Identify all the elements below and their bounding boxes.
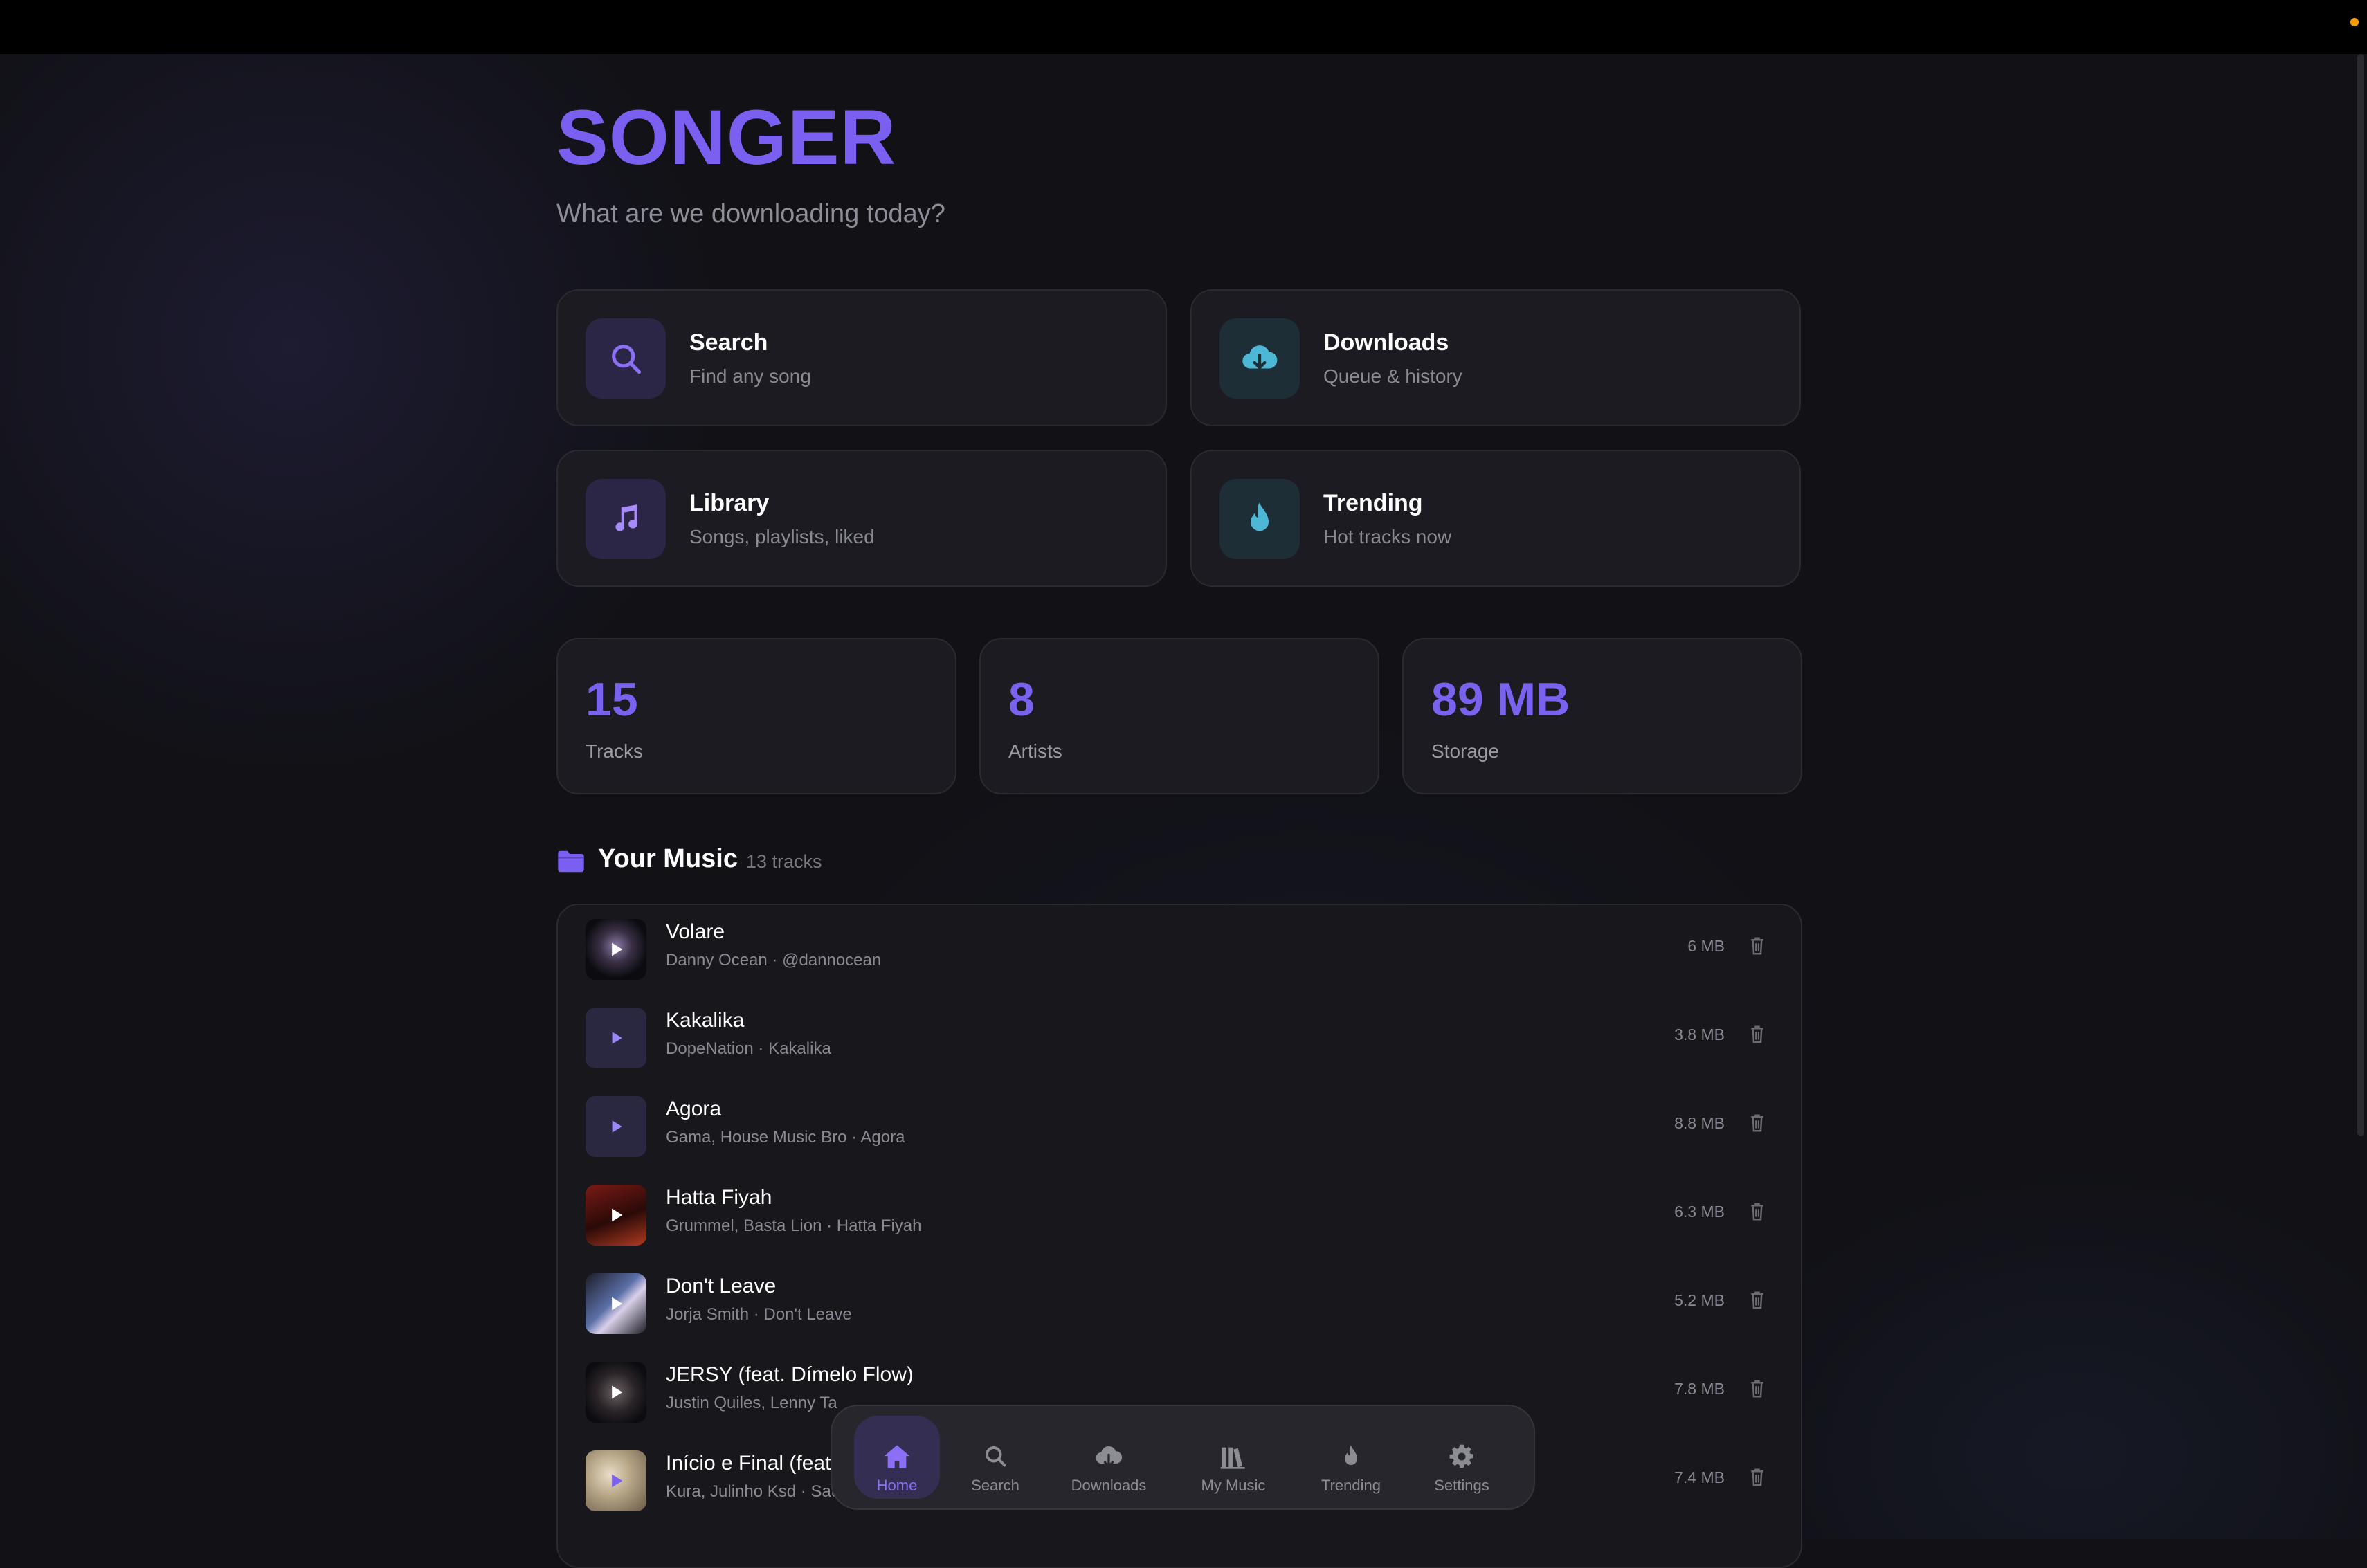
stat-label: Tracks <box>586 740 643 762</box>
library-icon <box>1220 1447 1245 1469</box>
track-row[interactable]: Agora Gama, House Music Bro · Agora 8.8 … <box>558 1082 1801 1171</box>
play-icon <box>612 942 623 956</box>
track-title: Hatta Fiyah <box>666 1186 772 1209</box>
nav-label: Settings <box>1434 1477 1489 1494</box>
track-row[interactable]: Hatta Fiyah Grummel, Basta Lion · Hatta … <box>558 1171 1801 1259</box>
cloud-download-icon <box>1096 1446 1123 1468</box>
track-title: Agora <box>666 1097 722 1120</box>
scrollbar[interactable] <box>2357 54 2364 1136</box>
cloud-download-icon <box>1219 318 1300 399</box>
flame-icon <box>1345 1445 1357 1465</box>
nav-label: Home <box>876 1477 918 1494</box>
search-icon <box>586 318 666 399</box>
track-title: Início e Final (feat. <box>666 1452 837 1475</box>
track-subtitle: Justin Quiles, Lenny Ta <box>666 1394 837 1412</box>
trash-icon[interactable] <box>1748 1290 1766 1311</box>
nav-my-music[interactable]: My Music <box>1178 1416 1289 1499</box>
trending-card-subtitle: Hot tracks now <box>1323 526 1452 547</box>
trash-icon[interactable] <box>1748 1024 1766 1045</box>
gear-icon <box>1449 1444 1473 1468</box>
home-icon <box>884 1445 910 1468</box>
stat-storage: 89 MB Storage <box>1402 638 1802 794</box>
track-title: Don't Leave <box>666 1275 777 1297</box>
track-title: Volare <box>666 920 725 943</box>
trending-card-title: Trending <box>1323 490 1423 516</box>
trash-icon[interactable] <box>1748 1201 1766 1222</box>
nav-label: Downloads <box>1071 1477 1147 1494</box>
section-title: Your Music <box>598 844 738 873</box>
album-art[interactable] <box>586 1096 646 1157</box>
downloads-card[interactable]: Downloads Queue & history <box>1190 289 1801 426</box>
track-row[interactable]: Don't Leave Jorja Smith · Don't Leave 5.… <box>558 1259 1801 1348</box>
play-icon <box>612 1474 623 1488</box>
album-art[interactable] <box>586 1185 646 1246</box>
stat-tracks: 15 Tracks <box>556 638 956 794</box>
stat-label: Storage <box>1431 740 1500 762</box>
album-art[interactable] <box>586 1273 646 1334</box>
trash-icon[interactable] <box>1748 936 1766 956</box>
search-card[interactable]: Search Find any song <box>556 289 1167 426</box>
window-top-bar <box>0 0 2367 54</box>
stat-label: Artists <box>1008 740 1062 762</box>
track-row[interactable]: Kakalika DopeNation · Kakalika 3.8 MB <box>558 994 1801 1082</box>
music-note-icon <box>586 479 666 559</box>
search-card-title: Search <box>689 329 768 356</box>
nav-label: Trending <box>1321 1477 1381 1494</box>
track-size: 6 MB <box>1687 937 1725 955</box>
play-icon <box>612 1208 623 1222</box>
stat-value: 89 MB <box>1431 673 1570 726</box>
app-subtitle: What are we downloading today? <box>556 199 945 228</box>
downloads-card-subtitle: Queue & history <box>1323 365 1462 387</box>
stat-artists: 8 Artists <box>979 638 1379 794</box>
trash-icon[interactable] <box>1748 1467 1766 1488</box>
app-title: SONGER <box>556 94 897 181</box>
search-icon <box>986 1446 1006 1467</box>
play-icon <box>612 1385 623 1399</box>
track-size: 6.3 MB <box>1674 1203 1725 1221</box>
album-art[interactable] <box>586 1450 646 1511</box>
trending-card[interactable]: Trending Hot tracks now <box>1190 450 1801 587</box>
track-subtitle: DopeNation · Kakalika <box>666 1039 831 1058</box>
status-dot <box>2350 18 2359 26</box>
track-title: JERSY (feat. Dímelo Flow) <box>666 1363 914 1386</box>
track-size: 7.8 MB <box>1674 1380 1725 1398</box>
nav-downloads[interactable]: Downloads <box>1053 1416 1164 1499</box>
folder-icon <box>558 850 584 873</box>
nav-trending[interactable]: Trending <box>1303 1416 1399 1499</box>
track-size: 5.2 MB <box>1674 1291 1725 1309</box>
track-size: 8.8 MB <box>1674 1114 1725 1132</box>
search-card-subtitle: Find any song <box>689 365 811 387</box>
nav-home[interactable]: Home <box>854 1416 940 1499</box>
play-icon <box>612 1120 622 1133</box>
album-art[interactable] <box>586 919 646 980</box>
downloads-card-title: Downloads <box>1323 329 1449 356</box>
stat-value: 8 <box>1008 673 1035 726</box>
nav-label: Search <box>971 1477 1019 1494</box>
play-icon <box>612 1032 622 1044</box>
flame-icon <box>1219 479 1300 559</box>
library-card-subtitle: Songs, playlists, liked <box>689 526 875 547</box>
nav-search[interactable]: Search <box>952 1416 1038 1499</box>
track-subtitle: Danny Ocean · @dannocean <box>666 951 882 969</box>
track-title: Kakalika <box>666 1009 745 1032</box>
nav-label: My Music <box>1201 1477 1266 1494</box>
nav-settings[interactable]: Settings <box>1413 1416 1510 1499</box>
bottom-nav: Home Search Downloads My Music Trending … <box>831 1405 1535 1510</box>
library-card[interactable]: Library Songs, playlists, liked <box>556 450 1167 587</box>
library-card-title: Library <box>689 490 770 516</box>
track-row[interactable]: Volare Danny Ocean · @dannocean 6 MB <box>558 905 1801 994</box>
track-subtitle: Grummel, Basta Lion · Hatta Fiyah <box>666 1216 922 1235</box>
track-subtitle: Gama, House Music Bro · Agora <box>666 1128 905 1147</box>
trash-icon[interactable] <box>1748 1378 1766 1399</box>
play-icon <box>612 1297 623 1311</box>
your-music-header: Your Music 13 tracks <box>556 844 1179 879</box>
trash-icon[interactable] <box>1748 1113 1766 1133</box>
album-art[interactable] <box>586 1008 646 1068</box>
section-count: 13 tracks <box>746 851 822 872</box>
track-size: 3.8 MB <box>1674 1025 1725 1043</box>
track-subtitle: Jorja Smith · Don't Leave <box>666 1305 852 1324</box>
track-size: 7.4 MB <box>1674 1468 1725 1486</box>
stat-value: 15 <box>586 673 638 726</box>
album-art[interactable] <box>586 1362 646 1423</box>
